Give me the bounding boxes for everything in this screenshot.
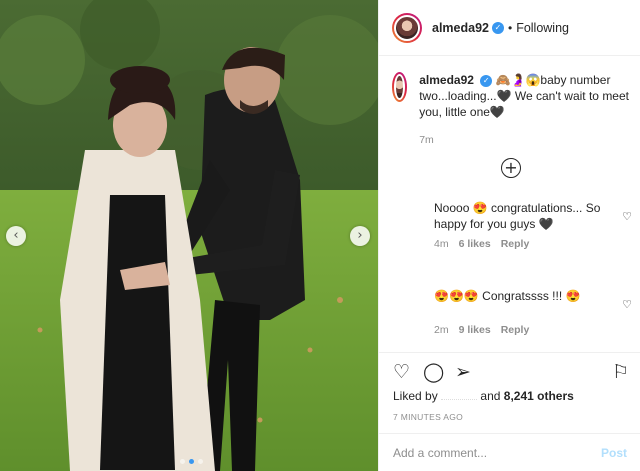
header-separator: •	[507, 20, 513, 35]
verified-icon: ✓	[480, 74, 493, 87]
liked-by-summary: Liked by and 8,241 others	[393, 389, 574, 403]
carousel-dot-active	[189, 459, 194, 464]
previous-slide-button[interactable]: ‹	[6, 226, 26, 246]
post-actions-bar: ♡ ◯ ➢ ⚐	[379, 352, 640, 392]
add-comment-input[interactable]	[393, 445, 601, 460]
next-slide-button[interactable]: ›	[350, 226, 370, 246]
add-comment-bar: Post	[379, 433, 640, 471]
comment-like-heart-icon[interactable]: ♡	[622, 298, 632, 311]
commenter-avatar[interactable]	[392, 200, 422, 230]
post-side-panel: almeda92 ✓ • Following almeda92 ✓ 🙈🤰😱bab…	[378, 0, 640, 471]
caption-username[interactable]: almeda92	[419, 73, 474, 87]
caption-avatar[interactable]	[392, 72, 408, 102]
comment-likes[interactable]: 9 likes	[459, 324, 491, 336]
liked-by-connector: and	[480, 389, 501, 403]
carousel-dot	[180, 459, 185, 464]
carousel-dot	[198, 459, 203, 464]
comment-likes[interactable]: 6 likes	[459, 238, 491, 250]
comment-item: 😍😍😍 Congratssss !!! 😍 ♡ 2m 9 likes Reply	[392, 288, 632, 336]
post-photo[interactable]: ‹ ›	[0, 0, 378, 471]
likes-count-link[interactable]: 8,241 others	[504, 389, 574, 403]
commenter-avatar[interactable]	[392, 288, 422, 318]
reply-button[interactable]: Reply	[501, 324, 530, 336]
comment-time[interactable]: 4m	[434, 238, 449, 250]
post-comment-button[interactable]: Post	[601, 446, 627, 460]
caption-time[interactable]: 7m	[419, 132, 632, 148]
save-bookmark-icon[interactable]: ⚐	[612, 361, 629, 383]
post-header: almeda92 ✓ • Following	[379, 0, 640, 56]
comment-like-heart-icon[interactable]: ♡	[622, 210, 632, 223]
post-caption: almeda92 ✓ 🙈🤰😱baby number two...loading.…	[392, 72, 632, 148]
comment-bubble-icon[interactable]: ◯	[423, 361, 444, 383]
comment-text: Noooo 😍 congratulations... So happy for …	[434, 201, 601, 231]
following-button[interactable]: Following	[516, 21, 569, 35]
reply-button[interactable]: Reply	[501, 238, 530, 250]
liked-by-user[interactable]	[441, 399, 478, 400]
verified-icon: ✓	[491, 21, 504, 34]
comment-item: Noooo 😍 congratulations... So happy for …	[392, 200, 632, 250]
author-avatar[interactable]	[392, 12, 422, 43]
post-timestamp[interactable]: 7 MINUTES AGO	[393, 412, 463, 422]
load-more-comments-button[interactable]: +	[501, 158, 521, 178]
share-paper-plane-icon[interactable]: ➢	[455, 361, 471, 383]
comment-time[interactable]: 2m	[434, 324, 449, 336]
comment-text: 😍😍😍 Congratssss !!! 😍	[434, 289, 581, 303]
like-heart-icon[interactable]: ♡	[393, 361, 410, 383]
author-username[interactable]: almeda92	[432, 21, 489, 35]
carousel-dots	[180, 459, 203, 464]
photo-illustration	[0, 0, 378, 471]
liked-by-prefix: Liked by	[393, 389, 438, 403]
